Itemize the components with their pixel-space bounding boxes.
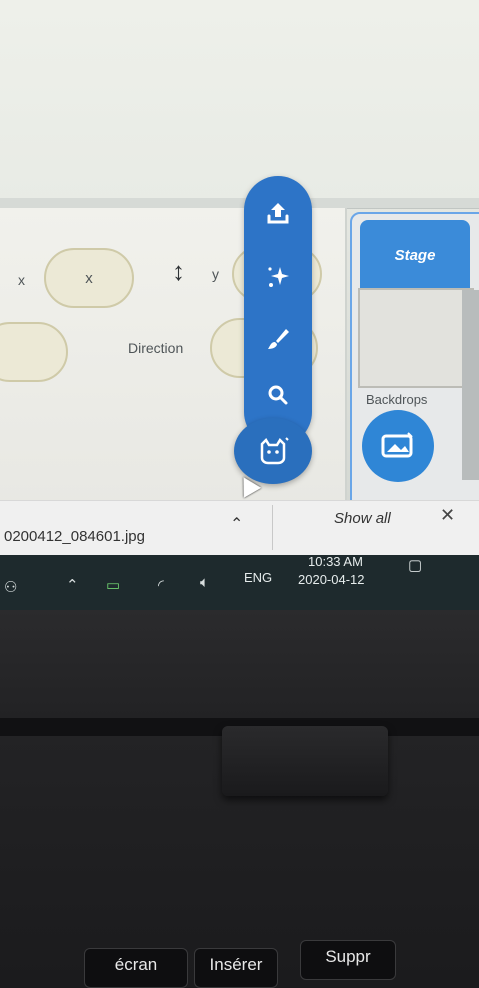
- x-label: x: [18, 272, 25, 288]
- key-ecran[interactable]: écran: [84, 948, 188, 988]
- chevron-up-icon[interactable]: ⌃: [230, 514, 243, 534]
- show-all-button[interactable]: Show all: [334, 510, 391, 527]
- x-input-value: x: [85, 269, 93, 287]
- paint-sprite-button[interactable]: [244, 316, 312, 362]
- wifi-icon[interactable]: ◜: [158, 576, 164, 594]
- download-bar-divider: [272, 505, 273, 550]
- notifications-icon[interactable]: ▢: [408, 556, 422, 574]
- language-indicator[interactable]: ENG: [244, 570, 272, 585]
- stage-scrollbar[interactable]: [462, 290, 479, 480]
- upload-sprite-button[interactable]: [244, 190, 312, 236]
- backdrops-label: Backdrops: [366, 392, 428, 407]
- download-file-name[interactable]: 0200412_084601.jpg: [4, 528, 145, 545]
- key-label: Suppr: [325, 947, 371, 966]
- paint-brush-icon: [268, 329, 289, 349]
- choose-sprite-cat-icon: [260, 437, 289, 465]
- surprise-sprite-button[interactable]: [244, 254, 312, 300]
- key-suppr[interactable]: Suppr: [300, 940, 396, 980]
- laptop-bezel: [0, 610, 479, 720]
- upload-icon: [267, 203, 289, 224]
- laptop-hinge-block: [222, 726, 388, 796]
- clock-date[interactable]: 2020-04-12: [298, 572, 365, 587]
- key-inserer[interactable]: Insérer: [194, 948, 278, 988]
- volume-icon[interactable]: 🔈︎: [200, 574, 209, 591]
- choose-backdrop-button[interactable]: [362, 410, 434, 482]
- close-icon[interactable]: ✕: [440, 505, 455, 526]
- chevron-up-tray-icon[interactable]: ⌃: [66, 576, 79, 594]
- backdrop-image-icon: [381, 432, 413, 458]
- up-down-arrows-icon: ↕: [172, 256, 185, 286]
- key-label: Insérer: [209, 955, 263, 974]
- size-input[interactable]: [0, 322, 68, 382]
- direction-label: Direction: [128, 340, 184, 356]
- sprite-chooser-flyout: [244, 176, 312, 446]
- key-label: écran: [114, 955, 158, 974]
- screen-blank-area: [0, 0, 479, 205]
- x-input[interactable]: x: [44, 248, 134, 308]
- stage-title: Stage: [394, 246, 436, 264]
- search-icon: [268, 385, 288, 405]
- clock-time[interactable]: 10:33 AM: [308, 554, 363, 569]
- y-label: y: [212, 266, 219, 282]
- battery-icon[interactable]: ▭: [106, 576, 120, 594]
- search-sprite-button[interactable]: [244, 372, 312, 418]
- surprise-sparkle-icon: [268, 267, 289, 287]
- people-icon[interactable]: ⚇: [4, 578, 17, 596]
- choose-sprite-button[interactable]: [234, 418, 312, 484]
- laptop-screen: x x ↕ y Direction Stage Backdrops 020041…: [0, 0, 479, 610]
- stage-header[interactable]: Stage: [360, 220, 470, 290]
- stage-thumbnail[interactable]: [358, 288, 474, 388]
